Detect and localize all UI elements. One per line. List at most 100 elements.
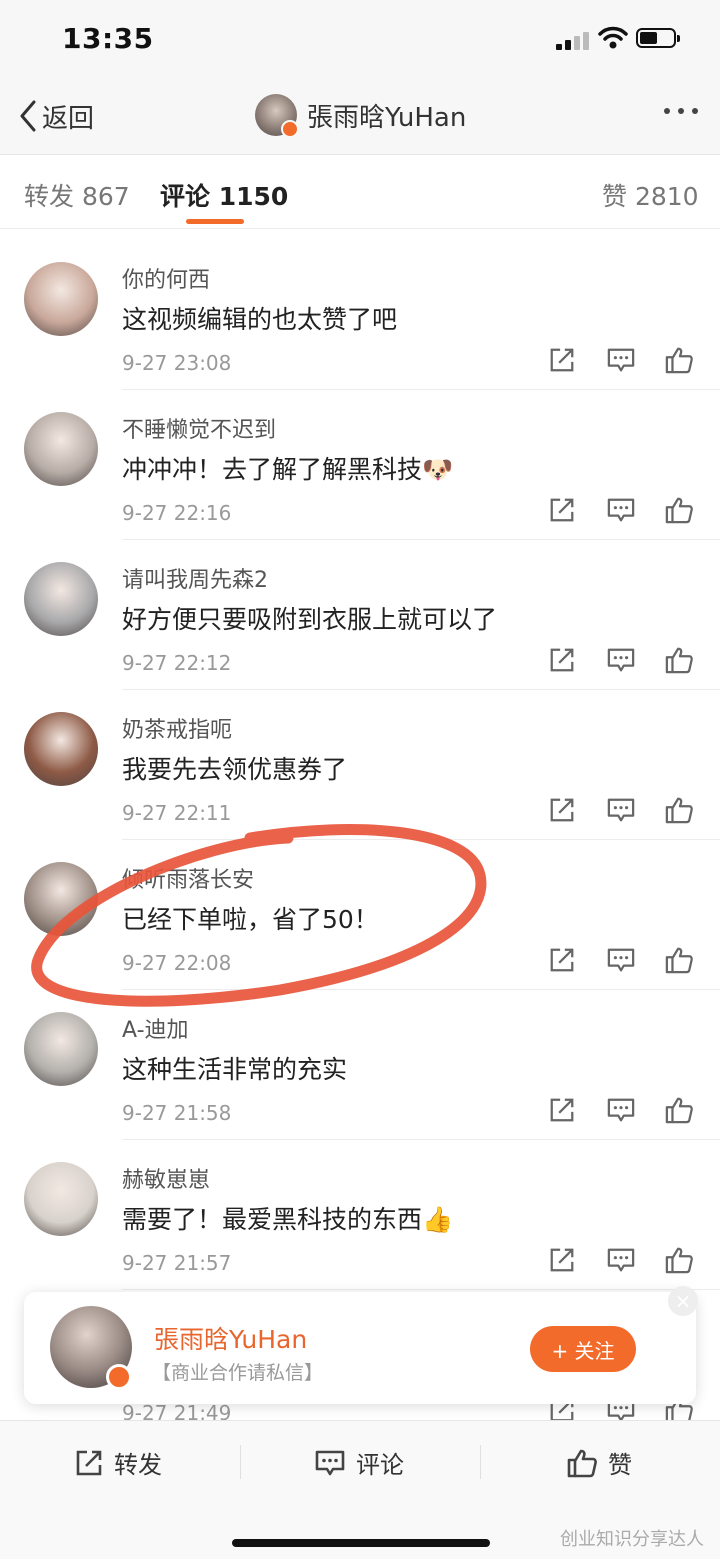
avatar[interactable] bbox=[24, 1012, 98, 1086]
comment-icon[interactable] bbox=[606, 946, 636, 974]
watermark-text: 创业知识分享达人 bbox=[560, 1529, 704, 1550]
comment-button[interactable]: 评论 bbox=[314, 1445, 404, 1480]
comment-author[interactable]: 你的何西 bbox=[122, 262, 210, 294]
comment-actions bbox=[548, 646, 696, 680]
comment-icon[interactable] bbox=[606, 346, 636, 374]
comment-author[interactable]: 赫敏崽崽 bbox=[122, 1162, 210, 1194]
comment-date: 9-27 22:12 bbox=[122, 651, 232, 675]
comment-item[interactable]: 你的何西这视频编辑的也太赞了吧 9-27 23:08 bbox=[0, 240, 720, 390]
back-label: 返回 bbox=[42, 103, 95, 134]
home-indicator[interactable] bbox=[232, 1539, 490, 1547]
more-options-icon[interactable] bbox=[664, 108, 698, 114]
cellular-signal-icon bbox=[556, 30, 590, 50]
comment-item[interactable]: 奶茶戒指呃我要先去领优惠券了 9-27 22:11 bbox=[0, 690, 720, 840]
follow-card-subtitle: 【商业合作请私信】 bbox=[152, 1362, 324, 1384]
thumbs-up-icon[interactable] bbox=[664, 496, 694, 524]
avatar[interactable] bbox=[24, 412, 98, 486]
share-icon[interactable] bbox=[548, 1096, 576, 1124]
share-icon[interactable] bbox=[548, 346, 576, 374]
comment-item[interactable]: A-迪加这种生活非常的充实 9-27 21:58 bbox=[0, 990, 720, 1140]
comment-icon[interactable] bbox=[606, 646, 636, 674]
comment-text: 这视频编辑的也太赞了吧 bbox=[122, 305, 398, 334]
comment-item[interactable]: 倾听雨落长安 已经下单啦，省了50！ 9-27 22:08 bbox=[0, 840, 720, 990]
comment-text: 好方便只要吸附到衣服上就可以了 bbox=[122, 605, 498, 634]
comment-author[interactable]: 倾听雨落长安 bbox=[122, 862, 254, 894]
nav-user[interactable]: 張雨晗YuHan bbox=[255, 94, 467, 138]
avatar[interactable] bbox=[24, 1162, 98, 1236]
comment-author[interactable]: 奶茶戒指呃 bbox=[122, 712, 232, 744]
share-icon bbox=[76, 1450, 102, 1475]
avatar[interactable] bbox=[24, 712, 98, 786]
avatar[interactable] bbox=[24, 862, 98, 936]
comment-item[interactable]: 赫敏崽崽需要了！最爱黑科技的东西👍 9-27 21:57 bbox=[0, 1140, 720, 1290]
chevron-left-icon bbox=[20, 100, 36, 132]
close-icon[interactable]: × bbox=[668, 1286, 698, 1316]
comment-label: 评论 bbox=[356, 1451, 404, 1479]
comment-icon[interactable] bbox=[606, 1246, 636, 1274]
comment-actions bbox=[548, 496, 696, 530]
thumbs-up-icon[interactable] bbox=[664, 646, 694, 674]
comment-date: 9-27 22:08 bbox=[122, 951, 232, 975]
comment-text: 冲冲冲！去了解了解黑科技🐶 bbox=[122, 455, 454, 484]
share-icon[interactable] bbox=[548, 1246, 576, 1274]
comment-author[interactable]: 不睡懒觉不迟到 bbox=[122, 412, 276, 444]
comment-item[interactable]: 请叫我周先森2 好方便只要吸附到衣服上就可以了 9-27 22:12 bbox=[0, 540, 720, 690]
status-time: 13:35 bbox=[62, 22, 154, 55]
comment-date: 9-27 22:11 bbox=[122, 801, 232, 825]
divider bbox=[480, 1445, 481, 1479]
verified-badge-icon bbox=[281, 120, 299, 138]
tab-like[interactable]: 赞 2810 bbox=[602, 177, 699, 213]
avatar[interactable] bbox=[50, 1306, 132, 1390]
wifi-icon bbox=[598, 26, 628, 49]
back-button[interactable]: 返回 bbox=[18, 96, 94, 136]
comment-text: 这种生活非常的充实 bbox=[122, 1055, 348, 1084]
comment-author[interactable]: A-迪加 bbox=[122, 1012, 189, 1044]
thumbs-up-icon[interactable] bbox=[664, 346, 694, 374]
comment-date: 9-27 21:58 bbox=[122, 1101, 232, 1125]
share-icon[interactable] bbox=[548, 796, 576, 824]
repost-label: 转发 bbox=[114, 1451, 162, 1479]
comment-actions bbox=[548, 1096, 696, 1130]
share-icon[interactable] bbox=[548, 496, 576, 524]
share-icon[interactable] bbox=[548, 646, 576, 674]
comment-icon[interactable] bbox=[606, 1096, 636, 1124]
comment-item[interactable]: 不睡懒觉不迟到冲冲冲！去了解了解黑科技🐶 9-27 22:16 bbox=[0, 390, 720, 540]
thumbs-up-icon[interactable] bbox=[664, 1096, 694, 1124]
repost-button[interactable]: 转发 bbox=[74, 1445, 162, 1480]
comment-actions bbox=[548, 1246, 696, 1280]
follow-button[interactable]: + 关注 bbox=[530, 1326, 636, 1372]
tab-bar: 转发 867 评论 1150 赞 2810 bbox=[0, 155, 720, 229]
share-icon[interactable] bbox=[548, 946, 576, 974]
comment-text: 我要先去领优惠券了 bbox=[122, 755, 348, 784]
tab-like-label: 赞 bbox=[602, 182, 628, 211]
navigation-bar: 返回 張雨晗YuHan bbox=[0, 78, 720, 155]
tab-repost[interactable]: 转发 867 bbox=[24, 177, 130, 213]
comment-actions bbox=[548, 946, 696, 980]
thumbs-up-icon[interactable] bbox=[664, 796, 694, 824]
tab-repost-count: 867 bbox=[81, 182, 130, 211]
follow-card-name[interactable]: 張雨晗YuHan bbox=[154, 1320, 307, 1356]
avatar[interactable] bbox=[24, 562, 98, 636]
tab-comment-label: 评论 bbox=[160, 182, 211, 211]
comment-date: 9-27 21:57 bbox=[122, 1251, 232, 1275]
comment-actions bbox=[548, 346, 696, 380]
avatar[interactable] bbox=[24, 262, 98, 336]
comment-icon[interactable] bbox=[606, 496, 636, 524]
tab-comment[interactable]: 评论 1150 bbox=[160, 177, 288, 213]
like-label: 赞 bbox=[608, 1451, 632, 1479]
thumbs-up-icon bbox=[567, 1449, 597, 1477]
bottom-action-bar: 转发 评论 赞 创业知识分享达人 bbox=[0, 1420, 720, 1559]
thumbs-up-icon[interactable] bbox=[664, 946, 694, 974]
avatar bbox=[255, 94, 299, 138]
comment-date: 9-27 23:08 bbox=[122, 351, 232, 375]
like-button[interactable]: 赞 bbox=[566, 1445, 632, 1480]
page-title: 張雨晗YuHan bbox=[307, 102, 467, 133]
thumbs-up-icon[interactable] bbox=[664, 1246, 694, 1274]
comment-text: 需要了！最爱黑科技的东西👍 bbox=[122, 1205, 454, 1234]
tab-repost-label: 转发 bbox=[24, 182, 75, 211]
tab-like-count: 2810 bbox=[634, 182, 699, 211]
comment-author[interactable]: 请叫我周先森2 bbox=[122, 562, 268, 594]
verified-badge-icon bbox=[106, 1364, 132, 1390]
comment-icon[interactable] bbox=[606, 796, 636, 824]
comment-date: 9-27 22:16 bbox=[122, 501, 232, 525]
